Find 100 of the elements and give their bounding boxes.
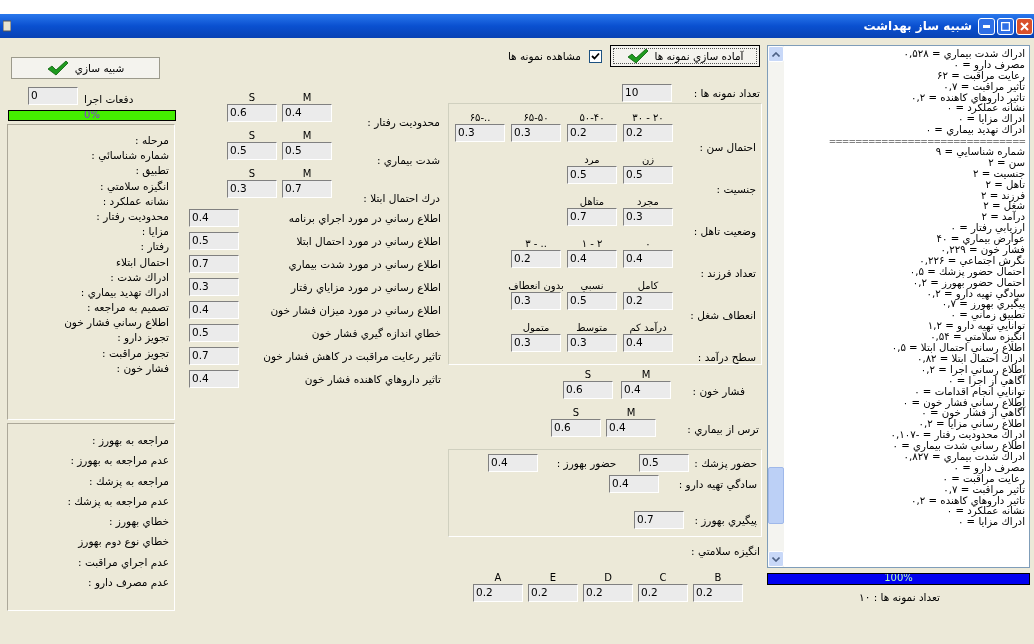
- output-line: مصرف دارو = ۰: [953, 59, 1025, 71]
- checkbox[interactable]: [589, 49, 602, 63]
- number-field[interactable]: 0.4: [623, 334, 673, 352]
- number-field[interactable]: 0.5: [189, 323, 239, 342]
- number-field[interactable]: 10: [622, 84, 672, 102]
- scroll-thumb[interactable]: [768, 467, 784, 524]
- status-label: نشانه عملكرد :: [102, 193, 169, 209]
- field-label: وضعيت تاهل :: [693, 225, 756, 237]
- number-field[interactable]: 0.5: [639, 454, 689, 472]
- number-field[interactable]: 0.4: [567, 250, 617, 268]
- outcome-label: عدم مصرف دارو :: [88, 575, 169, 591]
- number-field[interactable]: 0.2: [638, 584, 688, 602]
- number-field[interactable]: 0.3: [455, 124, 505, 142]
- number-field[interactable]: 0.2: [528, 584, 578, 602]
- close-button[interactable]: [1016, 17, 1033, 35]
- column-header: مرد: [584, 154, 600, 166]
- number-field[interactable]: 0.4: [609, 475, 659, 493]
- status-label: ادراك شدت :: [110, 269, 169, 285]
- output-line: آگاهي از فشار خون = ۰: [921, 408, 1025, 419]
- number-field[interactable]: 0: [28, 87, 78, 105]
- output-line: شغل = ۲: [983, 201, 1025, 212]
- column-header: ۲ - ۱: [581, 238, 603, 250]
- number-field[interactable]: 0.7: [634, 511, 684, 529]
- number-field[interactable]: 0.4: [282, 104, 332, 122]
- number-field[interactable]: 0.4: [623, 250, 673, 268]
- maximize-button[interactable]: [997, 17, 1014, 35]
- output-line: نشانه عملكرد = ۰: [946, 103, 1025, 115]
- number-field[interactable]: 0.3: [623, 208, 673, 226]
- number-field[interactable]: 0.5: [623, 166, 673, 184]
- number-field[interactable]: 0.5: [227, 142, 277, 160]
- number-field[interactable]: 0.2: [623, 292, 673, 310]
- field-label: جنسيت :: [716, 183, 756, 195]
- number-field[interactable]: 0.7: [189, 346, 239, 365]
- column-header: ..-۶۵: [469, 112, 491, 124]
- number-field[interactable]: 0.4: [189, 369, 239, 388]
- number-field[interactable]: 0.5: [189, 231, 239, 250]
- check-icon: [626, 48, 649, 64]
- column-header: ۶۵-۵۰: [523, 112, 549, 124]
- column-header: A: [494, 572, 502, 584]
- column-header: ۰: [645, 238, 651, 250]
- number-field[interactable]: 0.6: [227, 104, 277, 122]
- output-line: اطلاع رساني احتمال ابتلا = ۰,۵: [891, 343, 1025, 354]
- number-field[interactable]: 0.3: [511, 334, 561, 352]
- field-label: انگيزه سلامتي :: [691, 545, 761, 559]
- outcome-label: عدم مراجعه به پزشك :: [67, 493, 169, 510]
- scroll-down-button[interactable]: [768, 551, 784, 567]
- number-field[interactable]: 0.4: [189, 300, 239, 319]
- progress-label: 0%: [83, 111, 101, 120]
- scroll-up-button[interactable]: [768, 46, 784, 62]
- number-field[interactable]: 0.5: [567, 166, 617, 184]
- number-field[interactable]: 0.7: [567, 208, 617, 226]
- number-field[interactable]: 0.3: [567, 334, 617, 352]
- output-line: تاثير داروهاي كاهنده = ۰,۲: [911, 495, 1025, 507]
- number-field[interactable]: 0.2: [623, 124, 673, 142]
- output-line: تاثير مراقبت = ۰,۷: [943, 81, 1025, 93]
- field-label: حضور بهورز :: [556, 457, 617, 469]
- output-line: توانايي انجام اقدامات = ۰: [914, 386, 1025, 398]
- field-label: تعداد نمونه ها :: [693, 87, 760, 99]
- number-field[interactable]: 0.6: [563, 381, 613, 399]
- output-line: ==============================: [828, 136, 1025, 147]
- number-field[interactable]: 0.3: [227, 180, 277, 198]
- output-line: رعايت مراقبت = ۰: [942, 473, 1025, 485]
- number-field[interactable]: 0.2: [473, 584, 523, 602]
- number-field[interactable]: 0.7: [189, 254, 239, 273]
- minimize-button[interactable]: [978, 17, 995, 35]
- column-header: .. - ۳: [525, 238, 547, 250]
- status-label: مزايا :: [141, 224, 169, 240]
- number-field[interactable]: 0.4: [488, 454, 538, 472]
- output-line: نگرش اجتماعي = ۰,۲۲۶: [919, 255, 1025, 267]
- number-field[interactable]: 0.3: [189, 277, 239, 296]
- number-field[interactable]: 0.2: [583, 584, 633, 602]
- app-icon: [3, 20, 11, 32]
- number-field[interactable]: 0.5: [282, 142, 332, 160]
- output-line: پيگيري بهورز = ۰,۷: [941, 299, 1025, 311]
- field-label: تاثير داروهاي كاهنده فشار خون: [304, 372, 441, 385]
- output-line: سن = ۲: [988, 157, 1025, 169]
- status-label: انگيزه سلامتي :: [100, 178, 169, 194]
- number-field[interactable]: 0.3: [511, 124, 561, 142]
- column-header: B: [714, 572, 722, 584]
- field-label: فشار خون :: [692, 385, 745, 397]
- number-field[interactable]: 0.4: [189, 208, 239, 227]
- minimize-icon: [983, 24, 990, 28]
- field-label: احتمال سن :: [699, 141, 756, 153]
- number-field[interactable]: 0.2: [511, 250, 561, 268]
- number-field[interactable]: 0.2: [693, 584, 743, 602]
- number-field[interactable]: 0.2: [567, 124, 617, 142]
- number-field[interactable]: 0.4: [606, 419, 656, 437]
- output-line: اطلاع رساني اجرا = ۰,۲: [920, 364, 1025, 376]
- status-label: تصميم به مراجعه :: [87, 300, 169, 316]
- outcome-label: خطاي بهورز :: [108, 514, 169, 530]
- field-label: شدت بيماري :: [376, 154, 440, 166]
- prepare-samples-button[interactable]: آماده سازي نمونه ها: [610, 45, 760, 67]
- number-field[interactable]: 0.4: [621, 381, 671, 399]
- number-field[interactable]: 0.5: [567, 292, 617, 310]
- number-field[interactable]: 0.3: [511, 292, 561, 310]
- number-field[interactable]: 0.7: [282, 180, 332, 198]
- number-field[interactable]: 0.6: [551, 419, 601, 437]
- simulate-button[interactable]: شبيه سازي: [11, 57, 160, 79]
- progress-label: 100%: [883, 574, 914, 584]
- status-label: تجويز دارو :: [117, 330, 169, 346]
